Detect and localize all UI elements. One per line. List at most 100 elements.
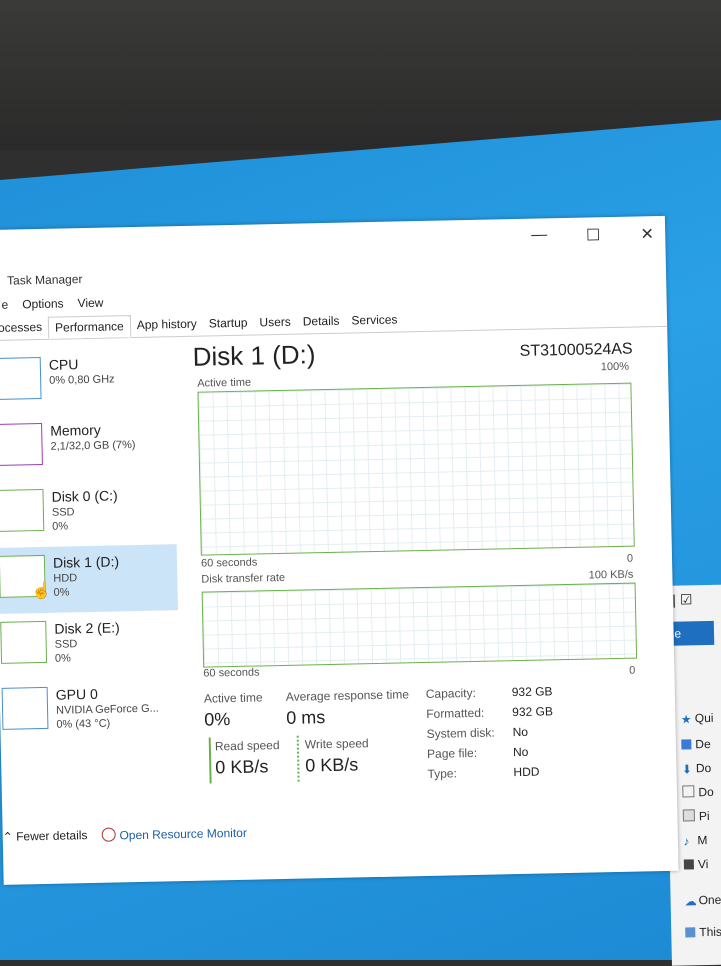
explorer-toolbar-icons: | ☑: [672, 591, 693, 608]
performance-sidebar: CPU 0% 0,80 GHz Memory 2,1/32,0 GB (7%) …: [0, 346, 181, 746]
sidebar-item-detail: HDD: [53, 572, 78, 585]
footer: ⌃ Fewer details Open Resource Monitor: [3, 825, 247, 845]
active-time-graph-label: Active time: [197, 376, 252, 390]
avg-response-stat-label: Average response time: [285, 687, 410, 704]
capacity-label: Capacity:: [425, 685, 476, 701]
nav-label: Do: [698, 784, 714, 800]
sidebar-item-label: Disk 2 (E:): [54, 619, 120, 637]
hand-cursor-icon: ☝: [31, 582, 52, 601]
fewer-details-button[interactable]: ⌃ Fewer details: [3, 828, 88, 845]
sidebar-item-detail: SSD: [51, 506, 75, 519]
gpu-thumbnail-graph: [1, 686, 49, 730]
close-button[interactable]: ✕: [637, 224, 657, 244]
tab-services[interactable]: Services: [345, 309, 403, 332]
active-time-min-label: 0: [626, 552, 634, 565]
sidebar-item-label: Disk 1 (D:): [52, 553, 120, 571]
page-title: Disk 1 (D:): [192, 339, 316, 372]
nav-music[interactable]: ♪ M: [683, 833, 708, 849]
sidebar-item-disk2[interactable]: Disk 2 (E:) SSD 0%: [0, 610, 179, 680]
disk2-thumbnail-graph: [0, 620, 48, 664]
video-icon: [683, 859, 694, 870]
disk-model: ST31000524AS: [519, 340, 633, 360]
formatted-value: 932 GB: [512, 704, 554, 720]
nav-label: Do: [695, 760, 712, 776]
tab-details[interactable]: Details: [297, 311, 346, 334]
open-resource-monitor-link[interactable]: Open Resource Monitor: [101, 825, 247, 843]
resource-monitor-label: Open Resource Monitor: [119, 825, 248, 843]
maximize-button[interactable]: ☐: [583, 225, 603, 245]
download-icon: ⬇: [681, 762, 693, 777]
nav-desktop[interactable]: De: [681, 737, 711, 752]
type-value: HDD: [513, 764, 540, 780]
fewer-details-label: Fewer details: [15, 828, 88, 844]
sidebar-item-gpu0[interactable]: GPU 0 NVIDIA GeForce G... 0% (43 °C): [0, 676, 181, 746]
tab-processes[interactable]: ocesses: [0, 317, 48, 340]
page-file-label: Page file:: [426, 745, 478, 761]
desktop-icon: [681, 739, 692, 750]
chevron-up-icon: ⌃: [2, 829, 13, 844]
nav-onedrive[interactable]: ☁ One: [684, 892, 721, 909]
sidebar-item-detail: 0% 0,80 GHz: [49, 373, 115, 387]
document-icon: [682, 785, 695, 798]
sidebar-item-label: GPU 0: [55, 685, 98, 703]
type-label: Type:: [427, 766, 457, 781]
sidebar-item-usage: 0%: [52, 520, 69, 533]
nav-quick-access[interactable]: ★ Qui: [680, 710, 714, 727]
active-time-stat-value: 0%: [204, 709, 231, 730]
sidebar-item-label: Memory: [50, 421, 101, 439]
nav-label: De: [695, 736, 711, 752]
transfer-rate-graph: [201, 582, 638, 668]
write-speed-indicator: [296, 735, 300, 782]
transfer-rate-graph-label: Disk transfer rate: [201, 571, 286, 586]
transfer-rate-max-label: 100 KB/s: [588, 568, 634, 582]
music-icon: ♪: [683, 834, 690, 849]
nav-videos[interactable]: Vi: [683, 857, 709, 872]
sidebar-item-label: Disk 0 (C:): [51, 487, 118, 505]
sidebar-item-detail: NVIDIA GeForce G...: [55, 702, 159, 717]
resource-monitor-icon: [101, 827, 116, 842]
read-speed-indicator: [208, 737, 212, 784]
nav-label: M: [697, 833, 708, 848]
menu-bar: e Options View: [1, 296, 103, 312]
cpu-thumbnail-graph: [0, 356, 42, 400]
sidebar-item-label: CPU: [48, 356, 79, 373]
nav-label: Pi: [698, 808, 710, 824]
transfer-rate-min-label: 0: [629, 664, 636, 677]
nav-label: One: [698, 892, 721, 908]
menu-file[interactable]: e: [1, 298, 8, 312]
sidebar-item-cpu[interactable]: CPU 0% 0,80 GHz: [0, 346, 174, 416]
sidebar-item-disk1[interactable]: Disk 1 (D:) HDD 0% ☝: [0, 544, 179, 614]
minimize-button[interactable]: —: [529, 226, 549, 246]
monitor-bezel: [0, 0, 721, 150]
task-manager-window: — ☐ ✕ Task Manager e Options View ocesse…: [0, 215, 679, 885]
nav-documents[interactable]: Do: [682, 785, 714, 800]
star-icon: ★: [680, 712, 692, 727]
tab-app-history[interactable]: App history: [131, 314, 203, 338]
nav-pictures[interactable]: Pi: [682, 808, 710, 824]
cloud-icon: ☁: [684, 894, 697, 909]
sidebar-item-usage: 0% (43 °C): [56, 717, 111, 731]
nav-this-pc[interactable]: This: [685, 925, 721, 940]
pictures-icon: [682, 809, 695, 822]
avg-response-stat-value: 0 ms: [286, 707, 326, 728]
menu-options[interactable]: Options: [22, 296, 64, 311]
nav-downloads[interactable]: ⬇ Do: [681, 760, 712, 777]
sidebar-item-usage: 0%: [53, 586, 70, 599]
capacity-value: 932 GB: [511, 684, 553, 700]
menu-view[interactable]: View: [77, 296, 103, 311]
tab-startup[interactable]: Startup: [203, 313, 254, 336]
active-time-graph: [197, 382, 635, 556]
read-speed-label: Read speed: [214, 738, 280, 754]
active-time-stat-label: Active time: [203, 690, 263, 706]
sidebar-item-memory[interactable]: Memory 2,1/32,0 GB (7%): [0, 412, 175, 482]
tab-users[interactable]: Users: [253, 312, 297, 335]
sidebar-item-disk0[interactable]: Disk 0 (C:) SSD 0%: [0, 478, 177, 548]
sidebar-item-usage: 0%: [54, 652, 72, 665]
sidebar-item-detail: SSD: [54, 638, 78, 651]
write-speed-label: Write speed: [304, 736, 369, 752]
nav-label: Qui: [694, 710, 714, 726]
sidebar-item-detail: 2,1/32,0 GB (7%): [50, 439, 136, 453]
tab-performance[interactable]: Performance: [47, 315, 132, 339]
nav-label: Vi: [697, 857, 709, 872]
active-time-xaxis-label: 60 seconds: [200, 556, 258, 570]
